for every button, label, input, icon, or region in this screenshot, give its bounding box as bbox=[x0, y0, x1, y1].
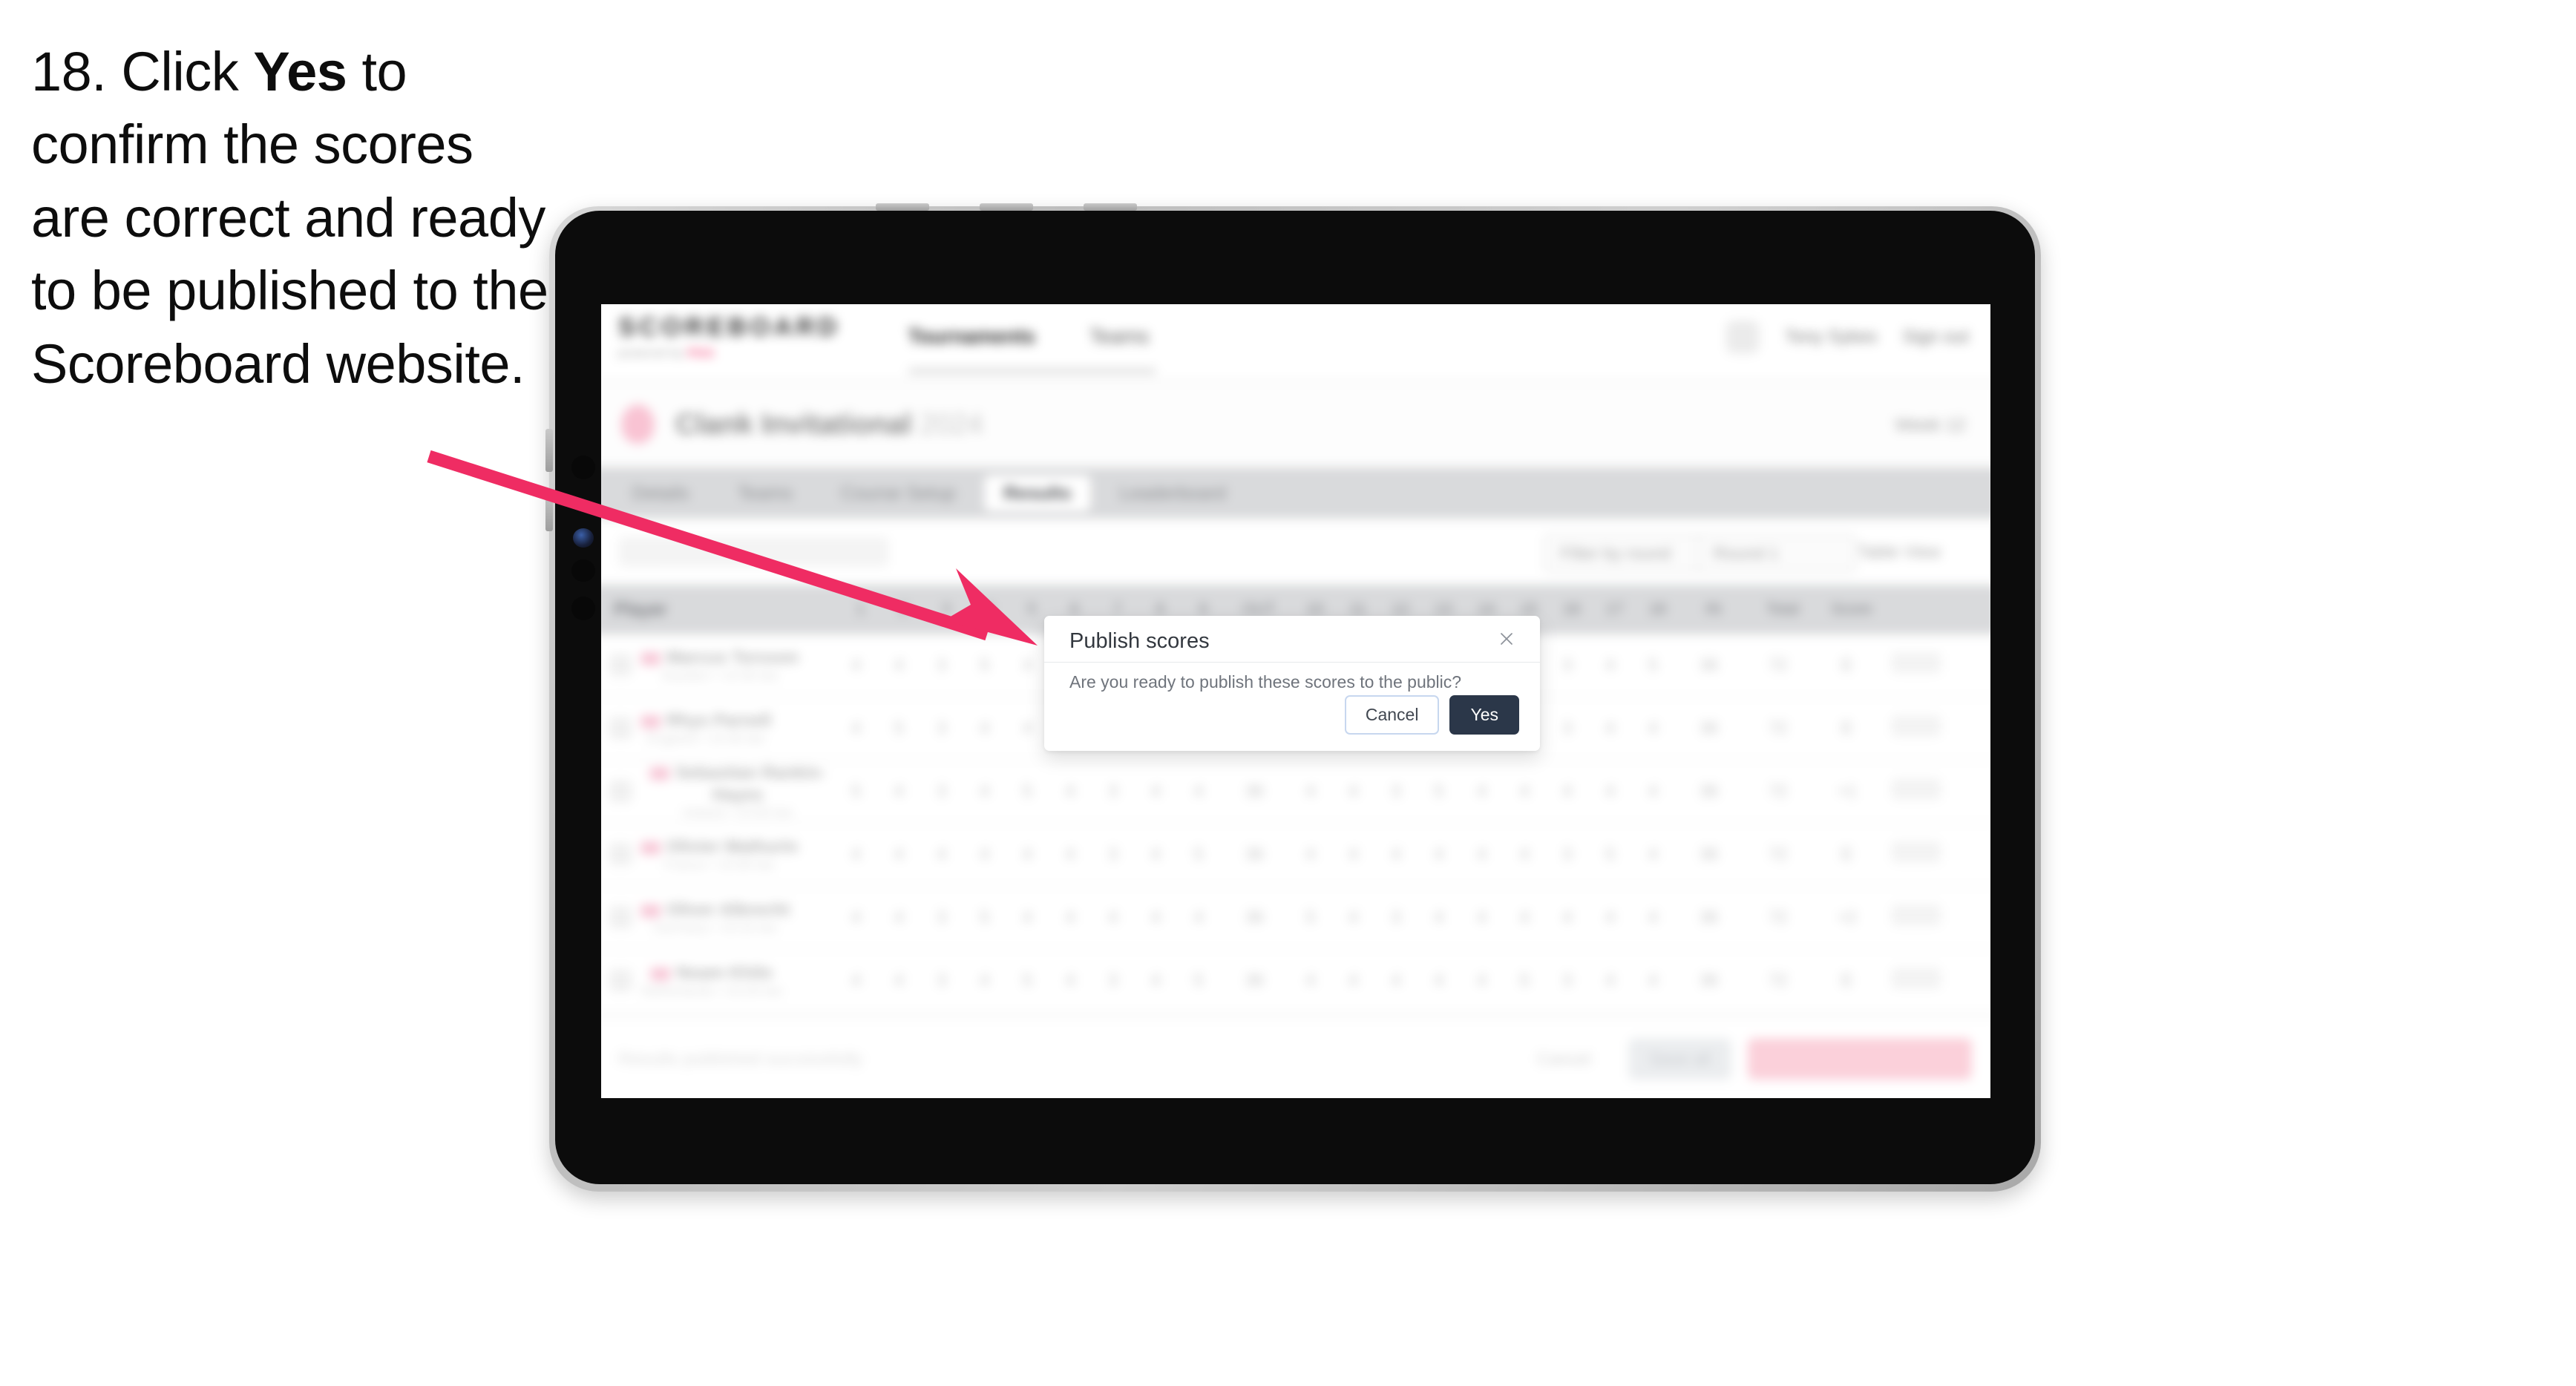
volume-up-button[interactable] bbox=[980, 203, 1033, 211]
app-screen: SCOREBOARD powered by PGA Tournaments Te… bbox=[601, 304, 1990, 1098]
close-icon[interactable] bbox=[1492, 625, 1521, 653]
side-button-lower[interactable] bbox=[545, 488, 553, 531]
front-camera-icon bbox=[571, 456, 595, 479]
instruction-caption: 18. Click Yes to confirm the scores are … bbox=[31, 36, 566, 401]
instruction-text-before: Click bbox=[106, 41, 254, 102]
proximity-sensor-icon bbox=[573, 528, 594, 548]
dialog-message: Are you ready to publish these scores to… bbox=[1069, 672, 1462, 692]
yes-button[interactable]: Yes bbox=[1449, 695, 1519, 735]
dialog-title: Publish scores bbox=[1069, 629, 1210, 653]
instruction-emphasis: Yes bbox=[253, 41, 347, 102]
speaker-dot-upper bbox=[571, 559, 595, 582]
speaker-dot-lower bbox=[571, 597, 595, 620]
cancel-button[interactable]: Cancel bbox=[1344, 695, 1440, 735]
power-button[interactable] bbox=[876, 203, 929, 211]
dialog-header: Publish scores bbox=[1044, 616, 1540, 663]
modal-layer: Publish scores Are you ready to publish … bbox=[601, 304, 1990, 1098]
side-button-upper[interactable] bbox=[545, 429, 553, 472]
dialog-actions: Cancel Yes bbox=[1344, 695, 1519, 735]
volume-down-button[interactable] bbox=[1084, 203, 1137, 211]
ambient-sensor-icon bbox=[580, 502, 586, 508]
publish-scores-dialog: Publish scores Are you ready to publish … bbox=[1044, 616, 1540, 751]
step-number: 18. bbox=[31, 41, 107, 102]
